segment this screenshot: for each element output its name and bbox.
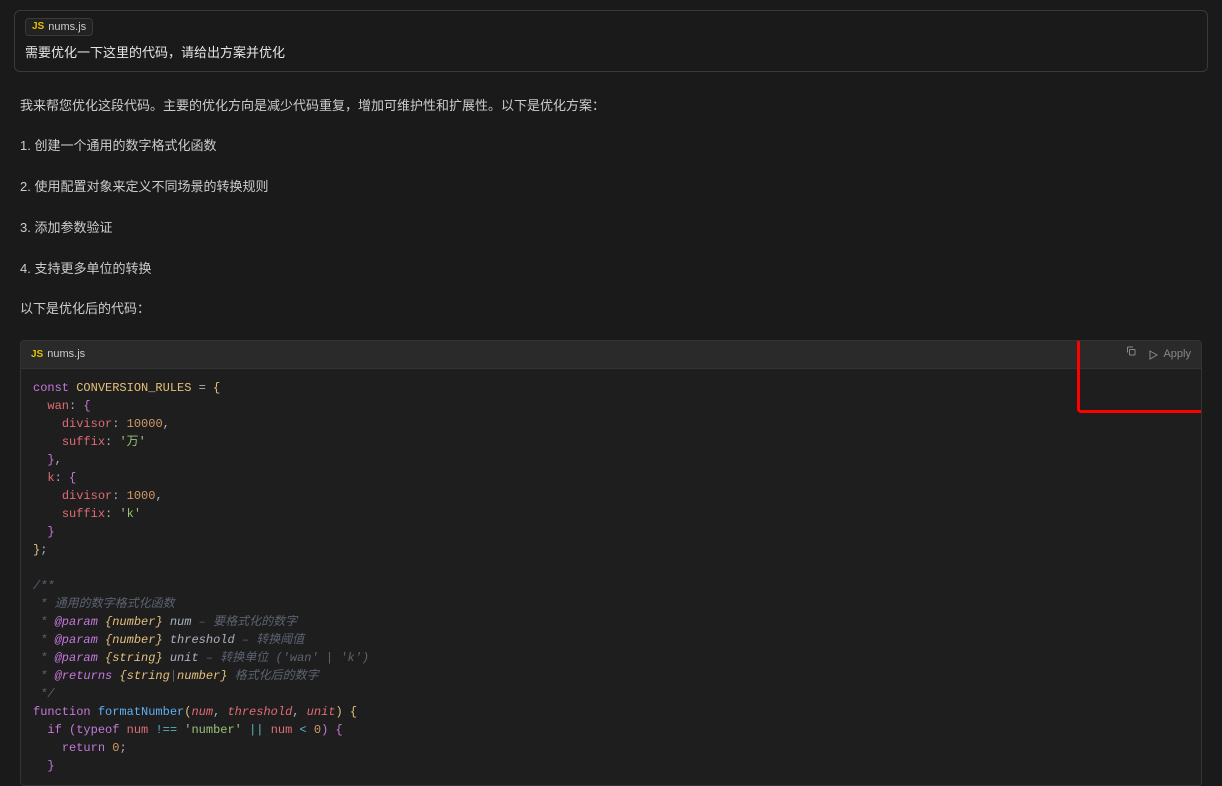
code-block: JS nums.js Apply const CONVERSION_RULES …	[20, 340, 1202, 786]
file-chip-name: nums.js	[48, 21, 86, 33]
code-block-actions: Apply	[1125, 345, 1191, 364]
response-point-2: 2. 使用配置对象来定义不同场景的转换规则	[20, 177, 1202, 198]
copy-icon	[1125, 345, 1137, 357]
response-point-4: 4. 支持更多单位的转换	[20, 259, 1202, 280]
user-input-text: 需要优化一下这里的代码，请给出方案并优化	[25, 42, 1197, 61]
copy-button[interactable]	[1125, 345, 1137, 364]
apply-button[interactable]: Apply	[1147, 346, 1191, 364]
response-intro: 我来帮您优化这段代码。主要的优化方向是减少代码重复，增加可维护性和扩展性。以下是…	[20, 96, 1202, 117]
file-chip[interactable]: JS nums.js	[25, 18, 93, 36]
response-point-3: 3. 添加参数验证	[20, 218, 1202, 239]
code-block-header: JS nums.js Apply	[21, 341, 1201, 369]
user-input-box: JS nums.js 需要优化一下这里的代码，请给出方案并优化	[14, 10, 1208, 72]
js-file-icon: JS	[31, 347, 43, 363]
play-icon	[1147, 349, 1159, 361]
code-content[interactable]: const CONVERSION_RULES = { wan: { diviso…	[21, 369, 1201, 785]
code-block-filename: nums.js	[47, 346, 85, 364]
code-block-file: JS nums.js	[31, 346, 85, 364]
apply-button-label: Apply	[1163, 346, 1191, 364]
response-outro: 以下是优化后的代码：	[20, 299, 1202, 320]
js-file-icon: JS	[32, 21, 44, 32]
assistant-response: 我来帮您优化这段代码。主要的优化方向是减少代码重复，增加可维护性和扩展性。以下是…	[14, 96, 1208, 786]
response-point-1: 1. 创建一个通用的数字格式化函数	[20, 136, 1202, 157]
